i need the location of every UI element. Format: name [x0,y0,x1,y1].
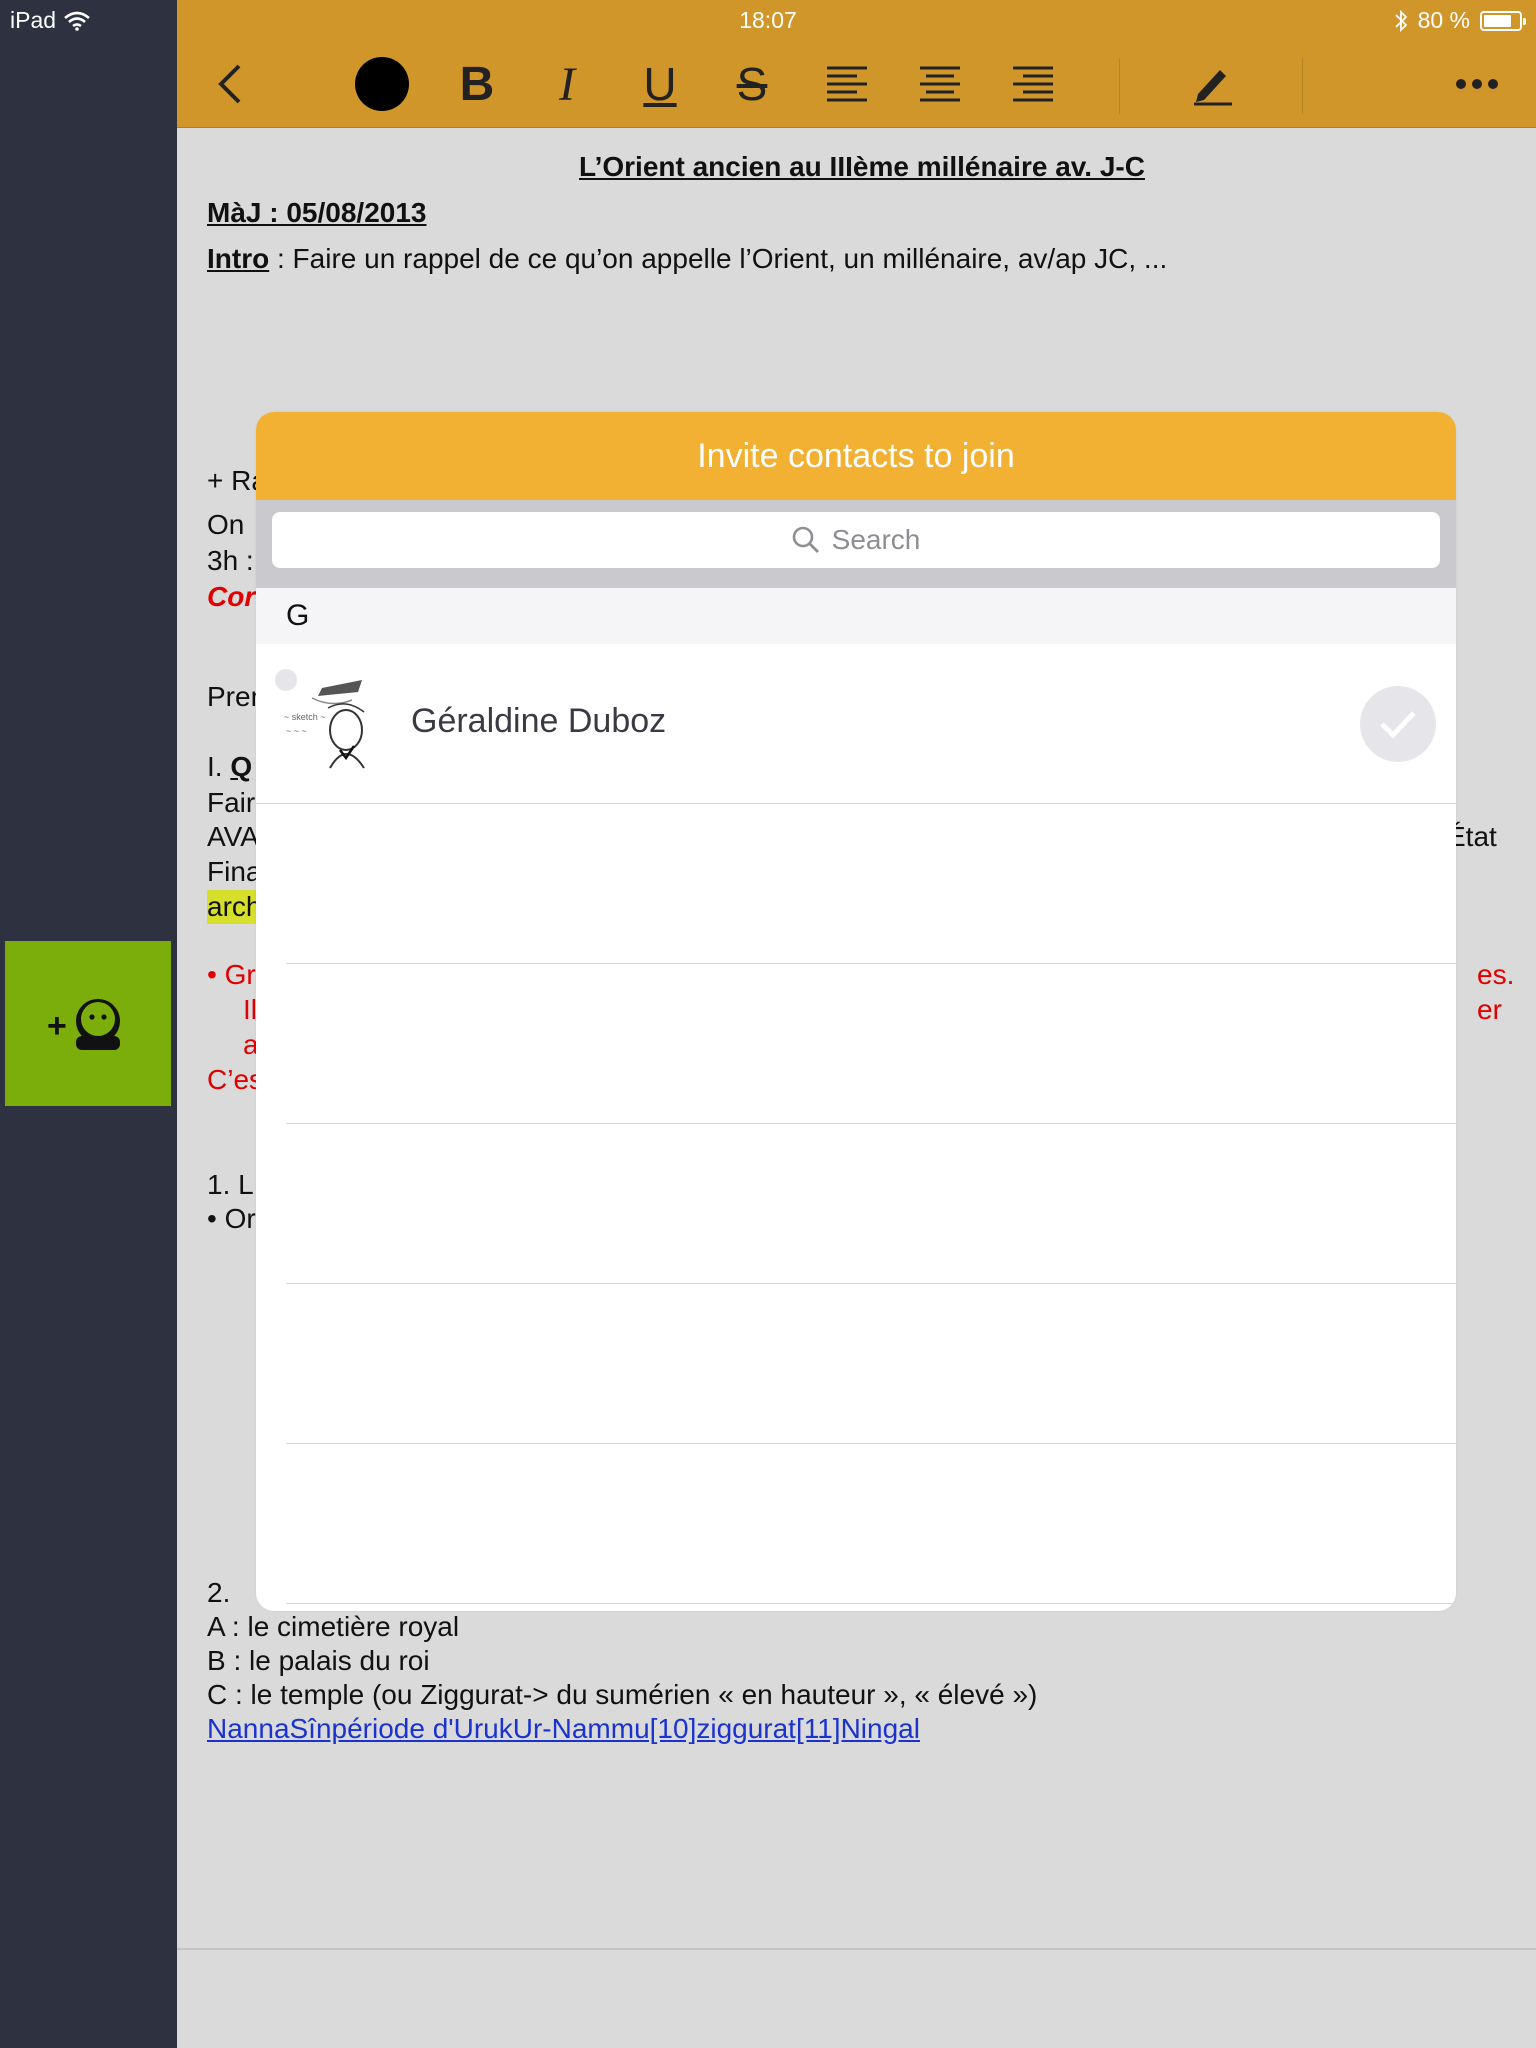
add-contact-icon: + [47,998,120,1050]
doc-fragment: AVA [207,821,259,852]
status-bar: iPad 18:07 80 % [0,0,1536,40]
status-right: 80 % [1394,7,1526,34]
pen-button[interactable] [1182,52,1242,116]
contact-name: Géraldine Duboz [411,702,667,740]
contact-avatar: ~ sketch ~ ~ ~ ~ [272,668,382,778]
underline-button[interactable]: U [630,52,690,116]
intro-label: Intro [207,243,270,274]
svg-text:~ ~ ~: ~ ~ ~ [286,726,307,736]
chevron-left-icon [218,64,241,104]
back-button[interactable] [205,52,255,116]
clock: 18:07 [739,7,797,33]
bluetooth-icon [1394,9,1407,32]
doc-fragment: Fair [207,787,256,818]
align-center-icon [920,66,960,102]
doc-item: A : le cimetière royal [207,1611,460,1642]
doc-fragment: Fina [207,856,262,887]
doc-item: B : le palais du roi [207,1645,430,1676]
empty-row [286,1124,1456,1284]
svg-text:+: + [47,1007,67,1045]
doc-item: C : le temple (ou Ziggurat-> du sumérien… [207,1679,1038,1710]
doc-fragment: 3h : [207,545,254,576]
battery-percent: 80 % [1417,7,1470,33]
doc-item: 2. [207,1577,231,1608]
doc-fragment-highlight: arch [207,890,262,924]
doc-link[interactable]: NannaSînpériode d'UrukUr-Nammu[10]ziggur… [207,1712,920,1746]
battery-fill [1484,14,1512,27]
doc-fragment: 1. L [207,1169,254,1200]
doc-intro: Intro : Faire un rappel de ce qu’on appe… [207,242,1167,276]
italic-button[interactable]: I [537,52,597,116]
text-color-button[interactable] [352,52,412,116]
divider [177,1948,1536,1950]
section-header: G [256,588,1456,644]
toolbar-divider [1119,58,1120,114]
search-input[interactable]: Search [272,512,1440,568]
intro-text: : Faire un rappel de ce qu’on appelle l’… [269,243,1168,274]
bold-button[interactable]: B [447,52,507,116]
sketch-avatar-icon: ~ sketch ~ ~ ~ ~ [275,669,365,769]
empty-row [286,1444,1456,1604]
doc-fragment: I. Q [207,750,252,784]
doc-fragment-part: Q [230,751,253,782]
doc-title: L’Orient ancien au IIIème millénaire av.… [579,151,1145,182]
doc-fragment: es. [1477,959,1515,990]
doc-fragment: C’es [207,1064,264,1095]
align-right-icon [1013,66,1053,102]
pen-icon [1194,70,1232,106]
search-icon [792,526,819,553]
align-left-icon [827,66,867,102]
modal-title: Invite contacts to join [256,412,1456,500]
invite-contacts-modal: Invite contacts to join Search G ~ sketc… [256,412,1456,1611]
doc-fragment: On [207,509,245,540]
contact-row[interactable]: ~ sketch ~ ~ ~ ~ Géraldine Duboz [256,644,1456,804]
empty-row [286,804,1456,964]
strikethrough-button[interactable]: S [722,52,782,116]
search-placeholder: Search [831,524,921,555]
search-bar: Search [256,500,1456,588]
doc-fragment: • Or [207,1203,256,1234]
invite-contact-button[interactable]: + [5,941,171,1106]
empty-row [286,1284,1456,1444]
more-icon [1456,79,1498,89]
doc-fragment: er [1477,994,1502,1025]
more-button[interactable] [1447,52,1507,116]
doc-fragment: Il [243,994,257,1025]
align-right-button[interactable] [1003,52,1063,116]
color-circle-icon [355,57,409,111]
toolbar-divider [1302,58,1303,114]
sidebar: + [0,0,177,2048]
doc-fragment-part: I. [207,751,231,782]
align-center-button[interactable] [910,52,970,116]
doc-fragment: Cor [207,581,256,612]
checkmark-icon [1380,711,1416,739]
doc-update-date: MàJ : 05/08/2013 [207,197,427,228]
doc-fragment: • Gr [207,959,256,990]
battery-icon [1480,10,1526,31]
align-left-button[interactable] [817,52,877,116]
select-contact-checkbox[interactable] [1360,686,1436,762]
svg-text:~ sketch ~: ~ sketch ~ [284,712,326,722]
empty-row [286,964,1456,1124]
